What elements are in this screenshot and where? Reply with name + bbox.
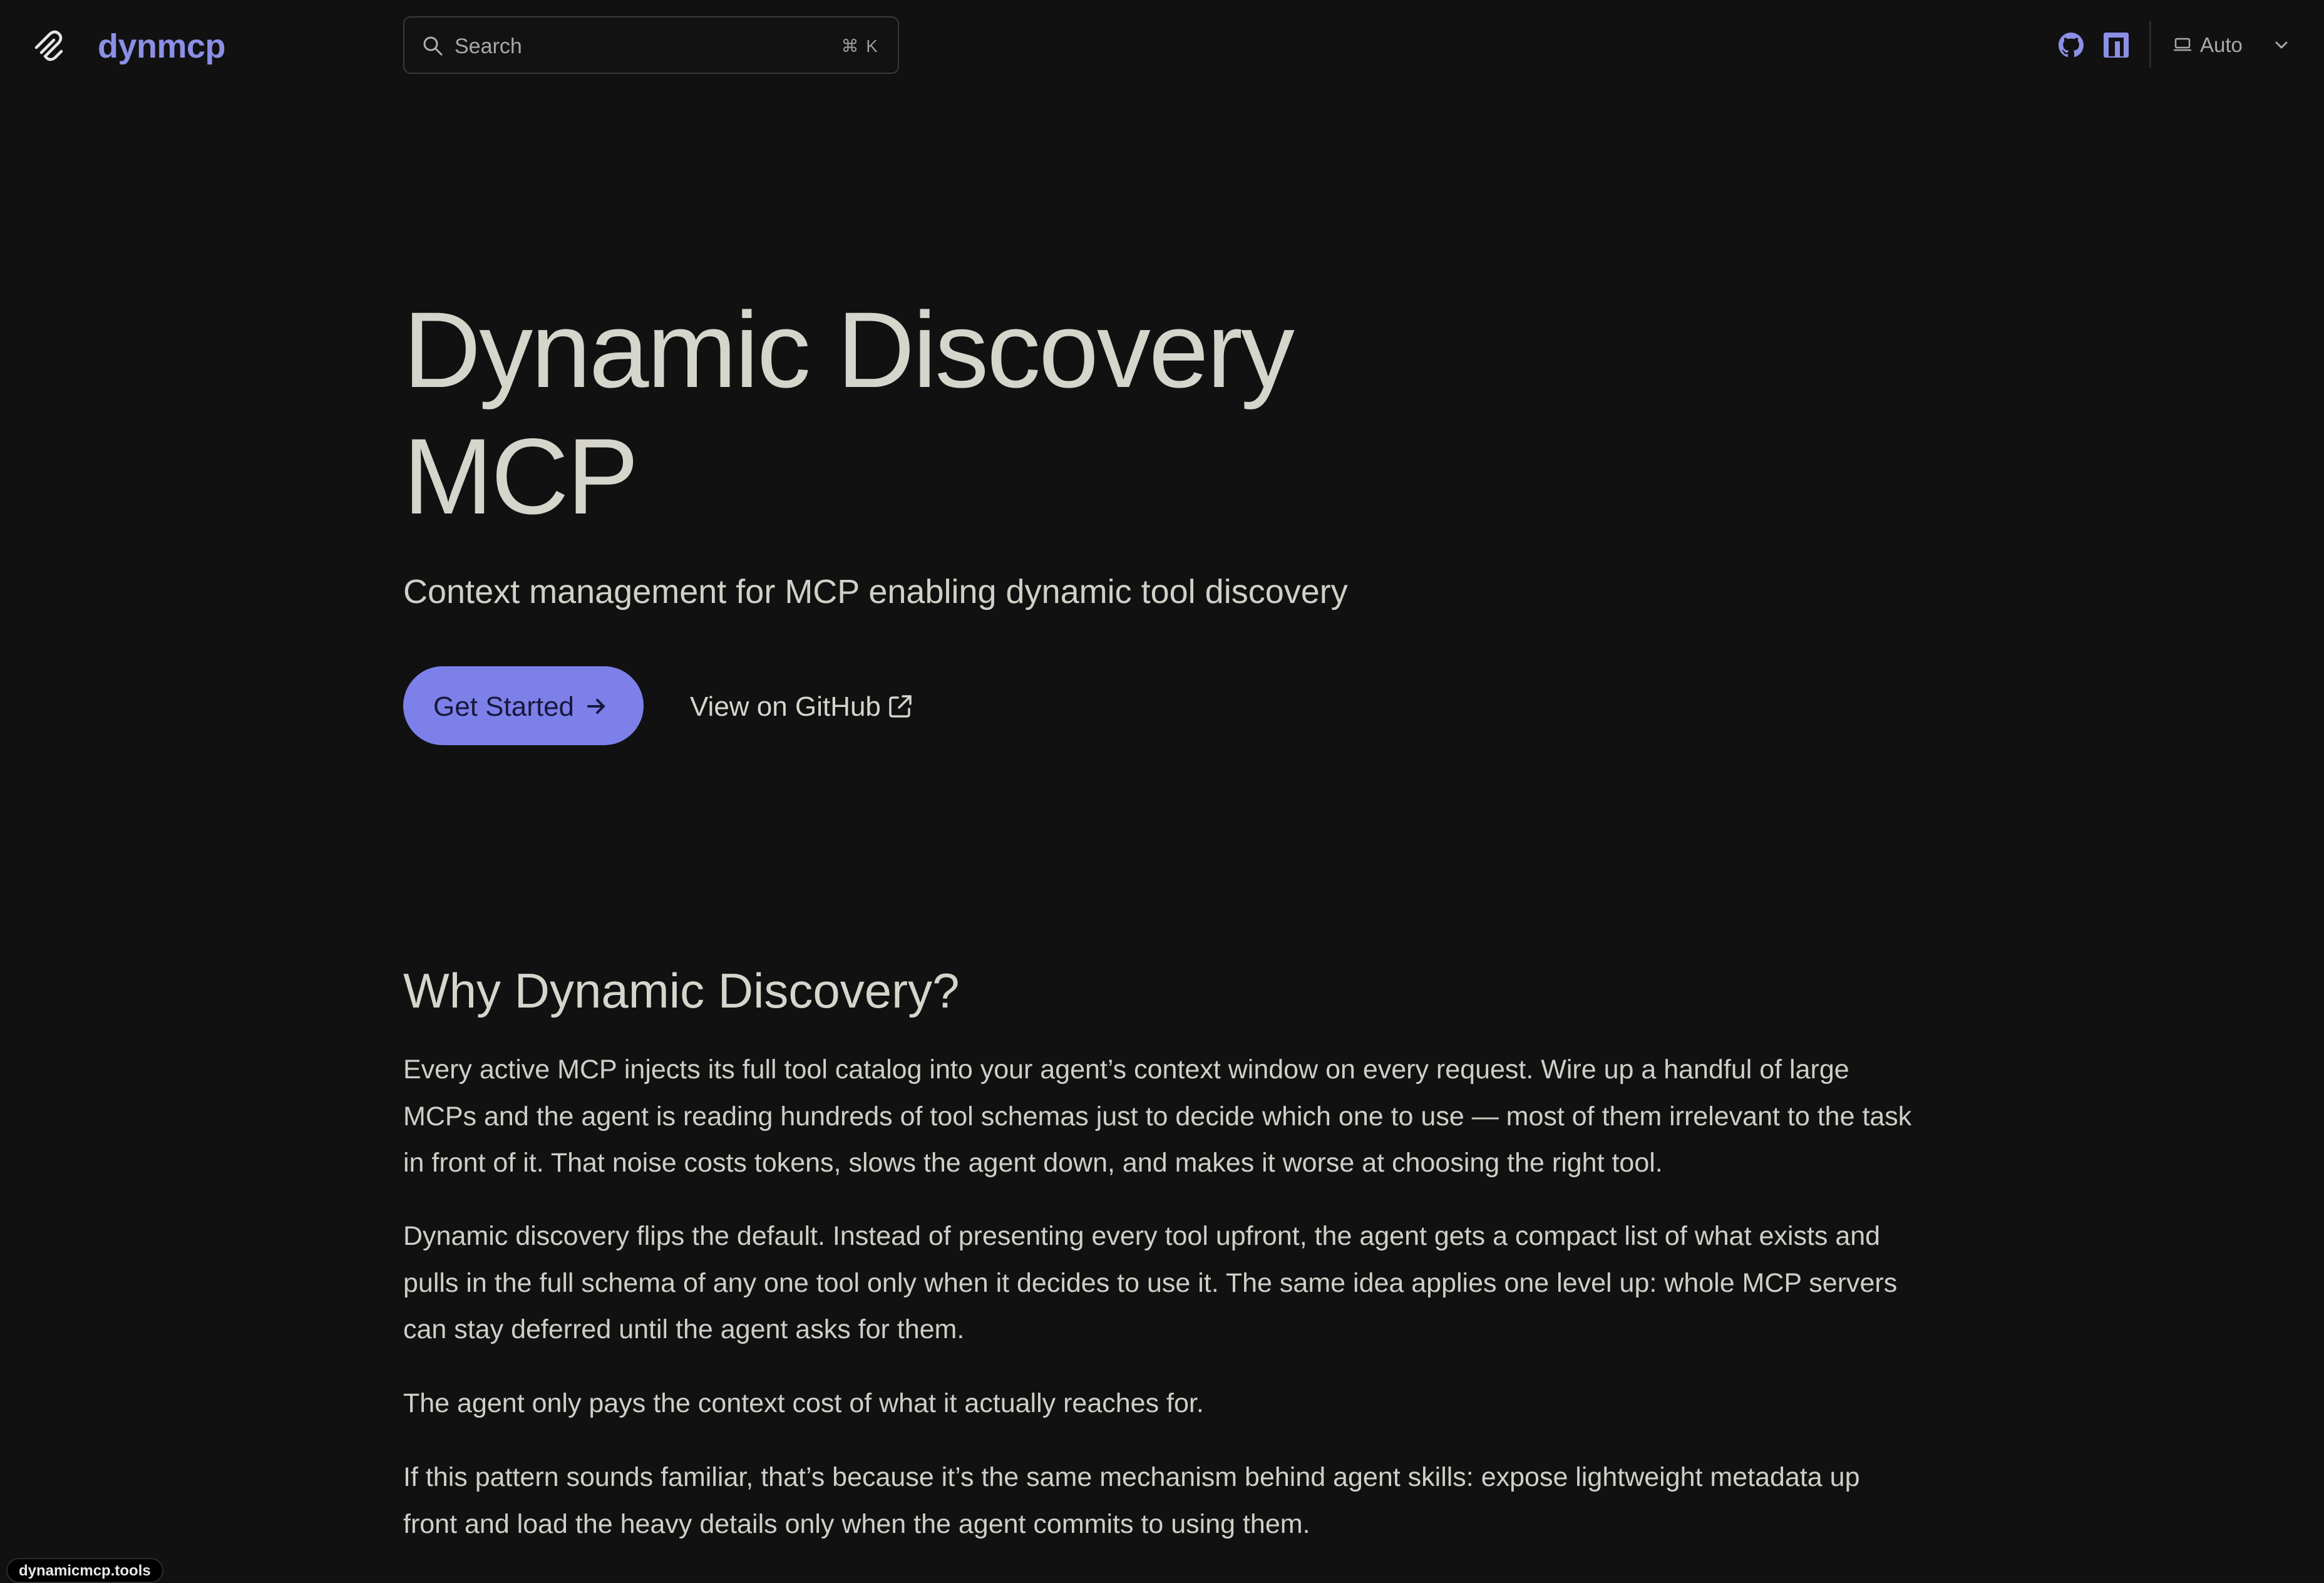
hero-title: Dynamic Discovery MCP <box>403 287 1468 540</box>
search-input[interactable]: Search ⌘ K <box>403 16 899 74</box>
monitor-icon <box>2174 38 2191 51</box>
top-bar: dynmcp Search ⌘ K Auto <box>0 0 2324 93</box>
logo-icon[interactable] <box>31 29 66 64</box>
paragraph: The agent only pays the context cost of … <box>403 1388 1204 1418</box>
chevron-down-icon <box>2275 41 2288 49</box>
search-icon <box>423 36 443 56</box>
brand-name[interactable]: dynmcp <box>98 25 226 68</box>
section-heading: Why Dynamic Discovery? <box>403 963 960 1018</box>
get-started-label: Get Started <box>433 691 575 722</box>
view-on-github-label: View on GitHub <box>690 691 881 722</box>
hero-title-line1: Dynamic Discovery <box>403 290 1295 410</box>
hero-subtitle: Context management for MCP enabling dyna… <box>403 573 1348 611</box>
theme-select[interactable]: Auto <box>2172 25 2298 65</box>
arrow-right-icon <box>587 699 605 714</box>
hero-title-line2: MCP <box>403 416 639 537</box>
github-icon[interactable] <box>2059 33 2084 58</box>
npm-icon[interactable] <box>2104 33 2129 58</box>
get-started-button[interactable]: Get Started <box>403 666 644 745</box>
external-link-icon <box>889 695 912 718</box>
search-placeholder: Search <box>455 34 522 58</box>
search-shortcut: ⌘ K <box>841 36 879 56</box>
view-on-github-link[interactable]: View on GitHub <box>689 666 927 745</box>
status-url: dynamicmcp.tools <box>6 1558 163 1583</box>
topbar-divider <box>2149 21 2151 68</box>
paragraph: Every active MCP injects its full tool c… <box>403 1054 1912 1178</box>
paragraph: If this pattern sounds familiar, that’s … <box>403 1462 1860 1539</box>
theme-label: Auto <box>2200 33 2243 56</box>
paragraph: Dynamic discovery flips the default. Ins… <box>403 1221 1898 1344</box>
